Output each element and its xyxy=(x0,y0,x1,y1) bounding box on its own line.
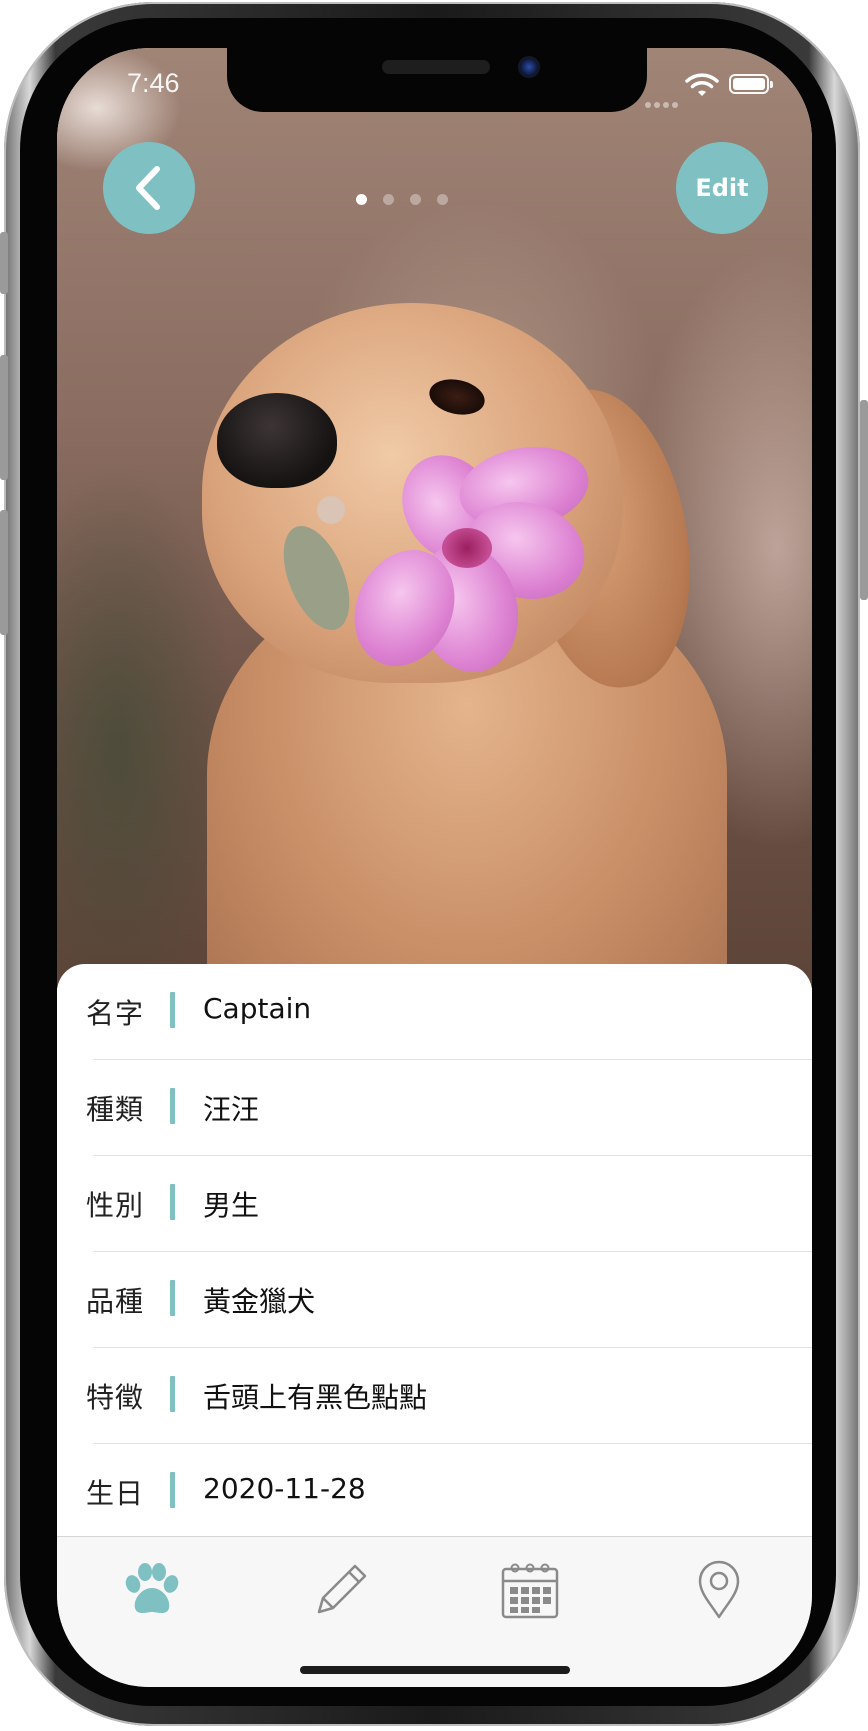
accent-bar xyxy=(170,1088,175,1124)
tab-location[interactable] xyxy=(679,1555,759,1625)
info-row-species: 種類 汪汪 xyxy=(57,1060,812,1156)
flower-center xyxy=(442,528,492,568)
info-value: 2020-11-28 xyxy=(203,1472,366,1505)
info-label: 品種 xyxy=(86,1285,145,1318)
front-camera xyxy=(518,56,540,78)
accent-bar xyxy=(170,1280,175,1316)
app-screen: 7:46 Edit 名字 Captain 種類 汪汪 性別 男生 品種 黃金獵犬… xyxy=(57,48,812,1687)
home-indicator[interactable] xyxy=(300,1666,570,1674)
tab-notes[interactable] xyxy=(301,1555,381,1625)
tab-pets[interactable] xyxy=(112,1555,192,1625)
info-row-features: 特徵 舌頭上有黑色點點 xyxy=(57,1348,812,1444)
accent-bar xyxy=(170,1376,175,1412)
info-row-birthday: 生日 2020-11-28 xyxy=(57,1444,812,1540)
info-value: 男生 xyxy=(203,1189,260,1222)
page-dot[interactable] xyxy=(383,194,394,205)
battery-icon xyxy=(729,74,773,94)
location-pin-icon xyxy=(698,1560,740,1619)
accent-bar xyxy=(170,1184,175,1220)
chevron-left-icon xyxy=(136,166,160,210)
edit-button-label: Edit xyxy=(695,174,749,202)
info-row-breed: 品種 黃金獵犬 xyxy=(57,1252,812,1348)
info-row-name: 名字 Captain xyxy=(57,964,812,1060)
info-label: 種類 xyxy=(86,1093,145,1126)
photo-page-indicator[interactable] xyxy=(356,194,448,206)
info-label: 生日 xyxy=(86,1477,145,1510)
info-value: Captain xyxy=(203,992,312,1025)
volume-down-button xyxy=(0,510,8,635)
page-dot[interactable] xyxy=(437,194,448,205)
wifi-icon xyxy=(685,73,719,96)
pencil-icon xyxy=(317,1564,367,1614)
tab-calendar[interactable] xyxy=(490,1555,570,1625)
mute-switch xyxy=(0,232,8,294)
status-time: 7:46 xyxy=(127,68,180,98)
accent-bar xyxy=(170,992,175,1028)
signal-icon xyxy=(645,93,685,108)
back-button[interactable] xyxy=(103,142,195,234)
info-value: 黃金獵犬 xyxy=(203,1285,316,1318)
page-dot[interactable] xyxy=(410,194,421,205)
info-label: 特徵 xyxy=(86,1381,145,1414)
info-value: 汪汪 xyxy=(203,1093,260,1126)
paw-icon xyxy=(125,1563,179,1613)
tab-bar xyxy=(57,1536,812,1687)
info-label: 性別 xyxy=(86,1189,145,1222)
volume-up-button xyxy=(0,355,8,480)
edit-button[interactable]: Edit xyxy=(676,142,768,234)
pet-info-card: 名字 Captain 種類 汪汪 性別 男生 品種 黃金獵犬 特徵 舌頭上有黑色… xyxy=(57,964,812,1584)
dog-nose xyxy=(217,393,337,488)
accent-bar xyxy=(170,1472,175,1508)
notch xyxy=(227,48,647,112)
info-row-gender: 性別 男生 xyxy=(57,1156,812,1252)
power-button xyxy=(860,400,868,600)
page-dot[interactable] xyxy=(356,194,367,205)
calendar-icon xyxy=(501,1563,559,1619)
speaker xyxy=(382,60,490,74)
info-value: 舌頭上有黑色點點 xyxy=(203,1381,428,1414)
info-label: 名字 xyxy=(86,997,145,1030)
flower-bud xyxy=(317,496,345,524)
